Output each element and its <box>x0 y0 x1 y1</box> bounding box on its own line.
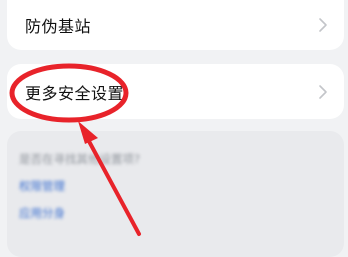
chevron-right-icon <box>319 18 327 32</box>
anti-fake-base-station-card[interactable]: 防伪基站 <box>7 0 344 50</box>
suggestions-card: 是否在寻找其他设置项? 权限管理 应用分身 <box>7 131 344 257</box>
more-security-settings-row[interactable]: 更多安全设置 <box>7 64 344 119</box>
anti-fake-base-station-label: 防伪基站 <box>25 17 92 36</box>
suggestion-link-app-twin[interactable]: 应用分身 <box>19 205 344 221</box>
suggestion-link-permission-management[interactable]: 权限管理 <box>19 178 344 194</box>
anti-fake-base-station-row[interactable]: 防伪基站 <box>7 0 344 50</box>
chevron-right-icon <box>319 84 327 99</box>
more-security-settings-card[interactable]: 更多安全设置 <box>7 64 344 119</box>
more-security-settings-label: 更多安全设置 <box>25 83 125 103</box>
suggestions-question: 是否在寻找其他设置项? <box>19 152 141 166</box>
